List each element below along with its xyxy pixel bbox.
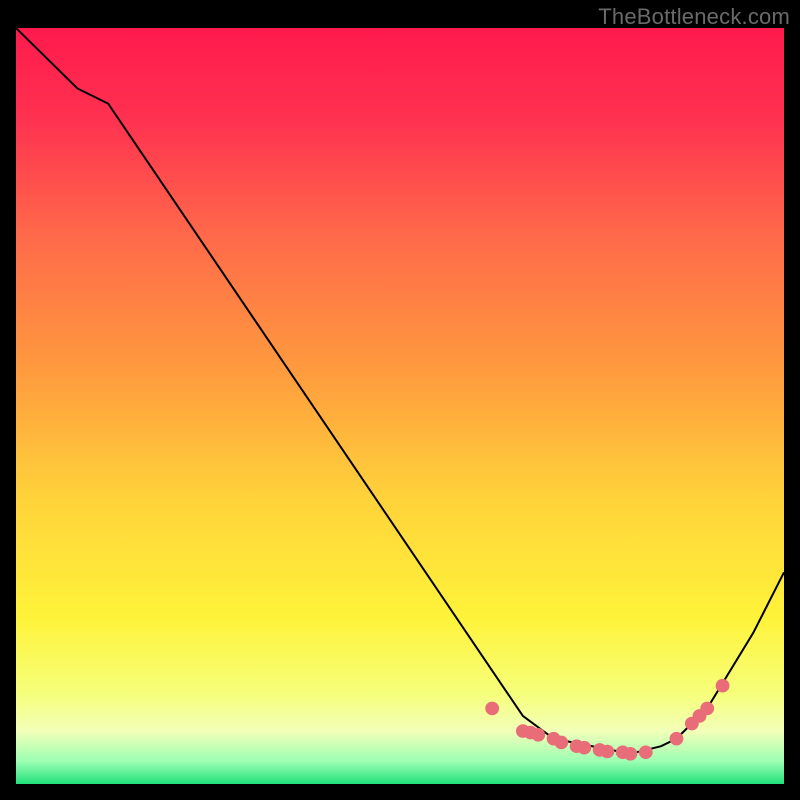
- data-point: [485, 702, 499, 716]
- data-point: [554, 736, 568, 750]
- data-point: [670, 732, 684, 746]
- data-point: [716, 679, 730, 693]
- data-point: [639, 745, 653, 759]
- data-point: [577, 741, 591, 755]
- data-point: [623, 747, 637, 761]
- data-point: [600, 745, 614, 759]
- data-point: [700, 702, 714, 716]
- chart-outer-frame: TheBottleneck.com: [0, 0, 800, 800]
- chart-svg: [16, 28, 784, 784]
- plot-area: [16, 28, 784, 784]
- data-point: [531, 728, 545, 742]
- gradient-background: [16, 28, 784, 784]
- watermark-label: TheBottleneck.com: [598, 4, 790, 30]
